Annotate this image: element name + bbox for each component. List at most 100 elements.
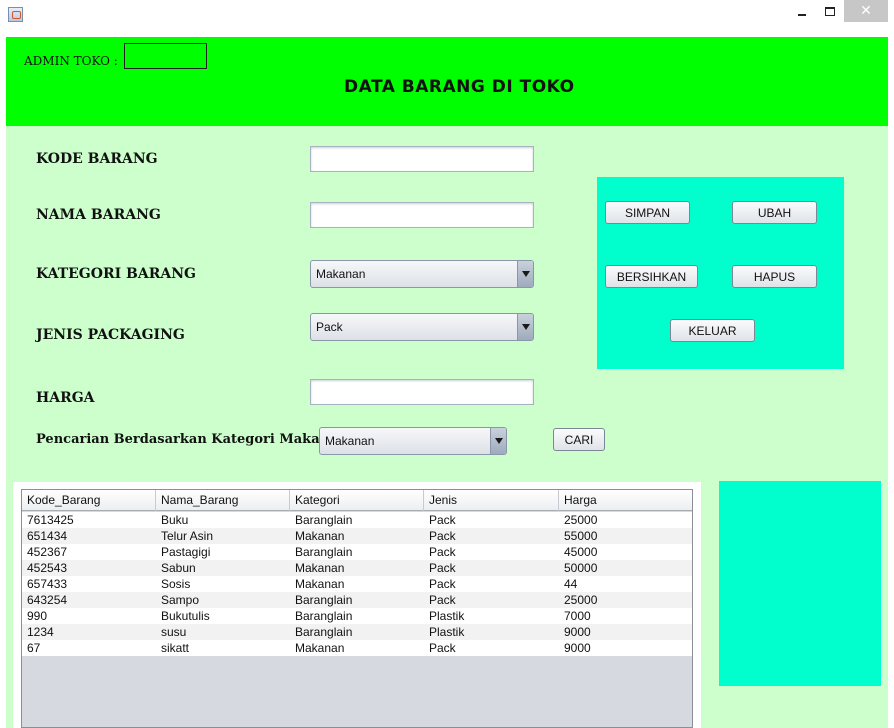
table-row[interactable]: 7613425 Buku Baranglain Pack 25000 [22,512,692,528]
keluar-button[interactable]: KELUAR [670,319,755,342]
cell-kategori: Baranglain [295,545,353,559]
kategori-barang-label: KATEGORI BARANG [36,266,196,282]
cell-jenis: Pack [429,577,456,591]
ubah-button[interactable]: UBAH [732,201,817,224]
cell-nama: Telur Asin [161,529,214,543]
window-titlebar: ✕ [0,0,894,30]
cell-nama: Pastagigi [161,545,211,559]
cell-jenis: Pack [429,513,456,527]
nama-barang-field[interactable] [310,202,534,228]
simpan-button[interactable]: SIMPAN [605,201,690,224]
cell-nama: Sampo [161,593,200,607]
close-button[interactable]: ✕ [844,0,888,22]
cell-kode: 643254 [27,593,68,607]
cell-jenis: Pack [429,561,456,575]
column-header-kode[interactable]: Kode_Barang [22,490,156,511]
jenis-packaging-label: JENIS PACKAGING [36,327,185,343]
table-header: Kode_Barang Nama_Barang Kategori Jenis H… [22,490,692,511]
cell-harga: 45000 [564,545,598,559]
side-panel [719,481,881,686]
cell-harga: 25000 [564,513,598,527]
cell-kategori: Baranglain [295,609,353,623]
kode-barang-label: KODE BARANG [36,151,158,167]
kategori-dropdown[interactable]: Makanan [310,260,534,288]
data-table[interactable]: Kode_Barang Nama_Barang Kategori Jenis H… [21,489,693,728]
table-row[interactable]: 657433 Sosis Makanan Pack 44 [22,576,692,592]
page-title: DATA BARANG DI TOKO [344,77,575,97]
cell-kode: 67 [27,641,41,655]
cell-harga: 7000 [564,609,591,623]
chevron-down-icon [517,314,533,340]
chevron-down-icon [490,428,506,454]
kategori-selected: Makanan [316,267,366,281]
table-row[interactable]: 452543 Sabun Makanan Pack 50000 [22,560,692,576]
cell-kategori: Makanan [295,561,345,575]
cell-harga: 44 [564,577,578,591]
table-row[interactable]: 990 Bukutulis Baranglain Plastik 7000 [22,608,692,624]
maximize-icon [825,6,835,16]
table-row[interactable]: 67 sikatt Makanan Pack 9000 [22,640,692,656]
cell-kategori: Makanan [295,577,345,591]
table-panel: Kode_Barang Nama_Barang Kategori Jenis H… [13,482,701,728]
table-row[interactable]: 1234 susu Baranglain Plastik 9000 [22,624,692,640]
cell-nama: susu [161,625,187,639]
cell-nama: Sosis [161,577,191,591]
cell-kategori: Baranglain [295,593,353,607]
table-row[interactable]: 452367 Pastagigi Baranglain Pack 45000 [22,544,692,560]
cell-kode: 657433 [27,577,68,591]
cell-nama: sikatt [161,641,190,655]
cell-harga: 9000 [564,625,591,639]
cell-kode: 452367 [27,545,68,559]
header-panel: ADMIN TOKO : DATA BARANG DI TOKO [6,37,888,126]
hapus-button[interactable]: HAPUS [732,265,817,288]
cell-jenis: Pack [429,641,456,655]
column-header-nama[interactable]: Nama_Barang [156,490,290,511]
cell-jenis: Plastik [429,609,465,623]
jenis-selected: Pack [316,320,343,334]
search-category-selected: Makanan [325,434,375,448]
chevron-down-icon [517,261,533,287]
maximize-button[interactable] [816,0,844,22]
cell-jenis: Pack [429,529,456,543]
main-frame: ADMIN TOKO : DATA BARANG DI TOKO KODE BA… [6,37,888,728]
cell-kode: 452543 [27,561,68,575]
cell-kategori: Baranglain [295,625,353,639]
search-label: Pencarian Berdasarkan Kategori Makanan [36,432,347,447]
cell-jenis: Pack [429,545,456,559]
action-button-panel: SIMPAN UBAH BERSIHKAN HAPUS KELUAR [597,177,844,369]
cell-kode: 990 [27,609,48,623]
table-row[interactable]: 651434 Telur Asin Makanan Pack 55000 [22,528,692,544]
cell-nama: Buku [161,513,189,527]
cell-jenis: Plastik [429,625,465,639]
harga-field[interactable] [310,379,534,405]
nama-barang-label: NAMA BARANG [36,207,161,223]
harga-label: HARGA [36,390,95,406]
column-header-jenis[interactable]: Jenis [424,490,559,511]
column-header-harga[interactable]: Harga [559,490,692,511]
cell-harga: 50000 [564,561,598,575]
cell-nama: Sabun [161,561,196,575]
cell-harga: 25000 [564,593,598,607]
java-app-icon [8,7,23,22]
cell-kategori: Makanan [295,529,345,543]
search-category-dropdown[interactable]: Makanan [319,427,507,455]
close-icon: ✕ [860,3,872,19]
cell-kode: 7613425 [27,513,74,527]
bersihkan-button[interactable]: BERSIHKAN [605,265,698,288]
cell-kategori: Makanan [295,641,345,655]
cell-kode: 1234 [27,625,54,639]
admin-field[interactable] [124,43,207,69]
minimize-button[interactable] [788,0,816,22]
minimize-icon [798,14,806,16]
kode-barang-field[interactable] [310,146,534,172]
column-header-kategori[interactable]: Kategori [290,490,424,511]
cell-nama: Bukutulis [161,609,210,623]
jenis-dropdown[interactable]: Pack [310,313,534,341]
table-body: 7613425 Buku Baranglain Pack 25000 651434 Telu… [22,512,692,656]
cell-harga: 55000 [564,529,598,543]
cari-button[interactable]: CARI [553,428,605,451]
cell-kode: 651434 [27,529,68,543]
cell-jenis: Pack [429,593,456,607]
admin-label: ADMIN TOKO : [24,54,118,68]
table-row[interactable]: 643254 Sampo Baranglain Pack 25000 [22,592,692,608]
